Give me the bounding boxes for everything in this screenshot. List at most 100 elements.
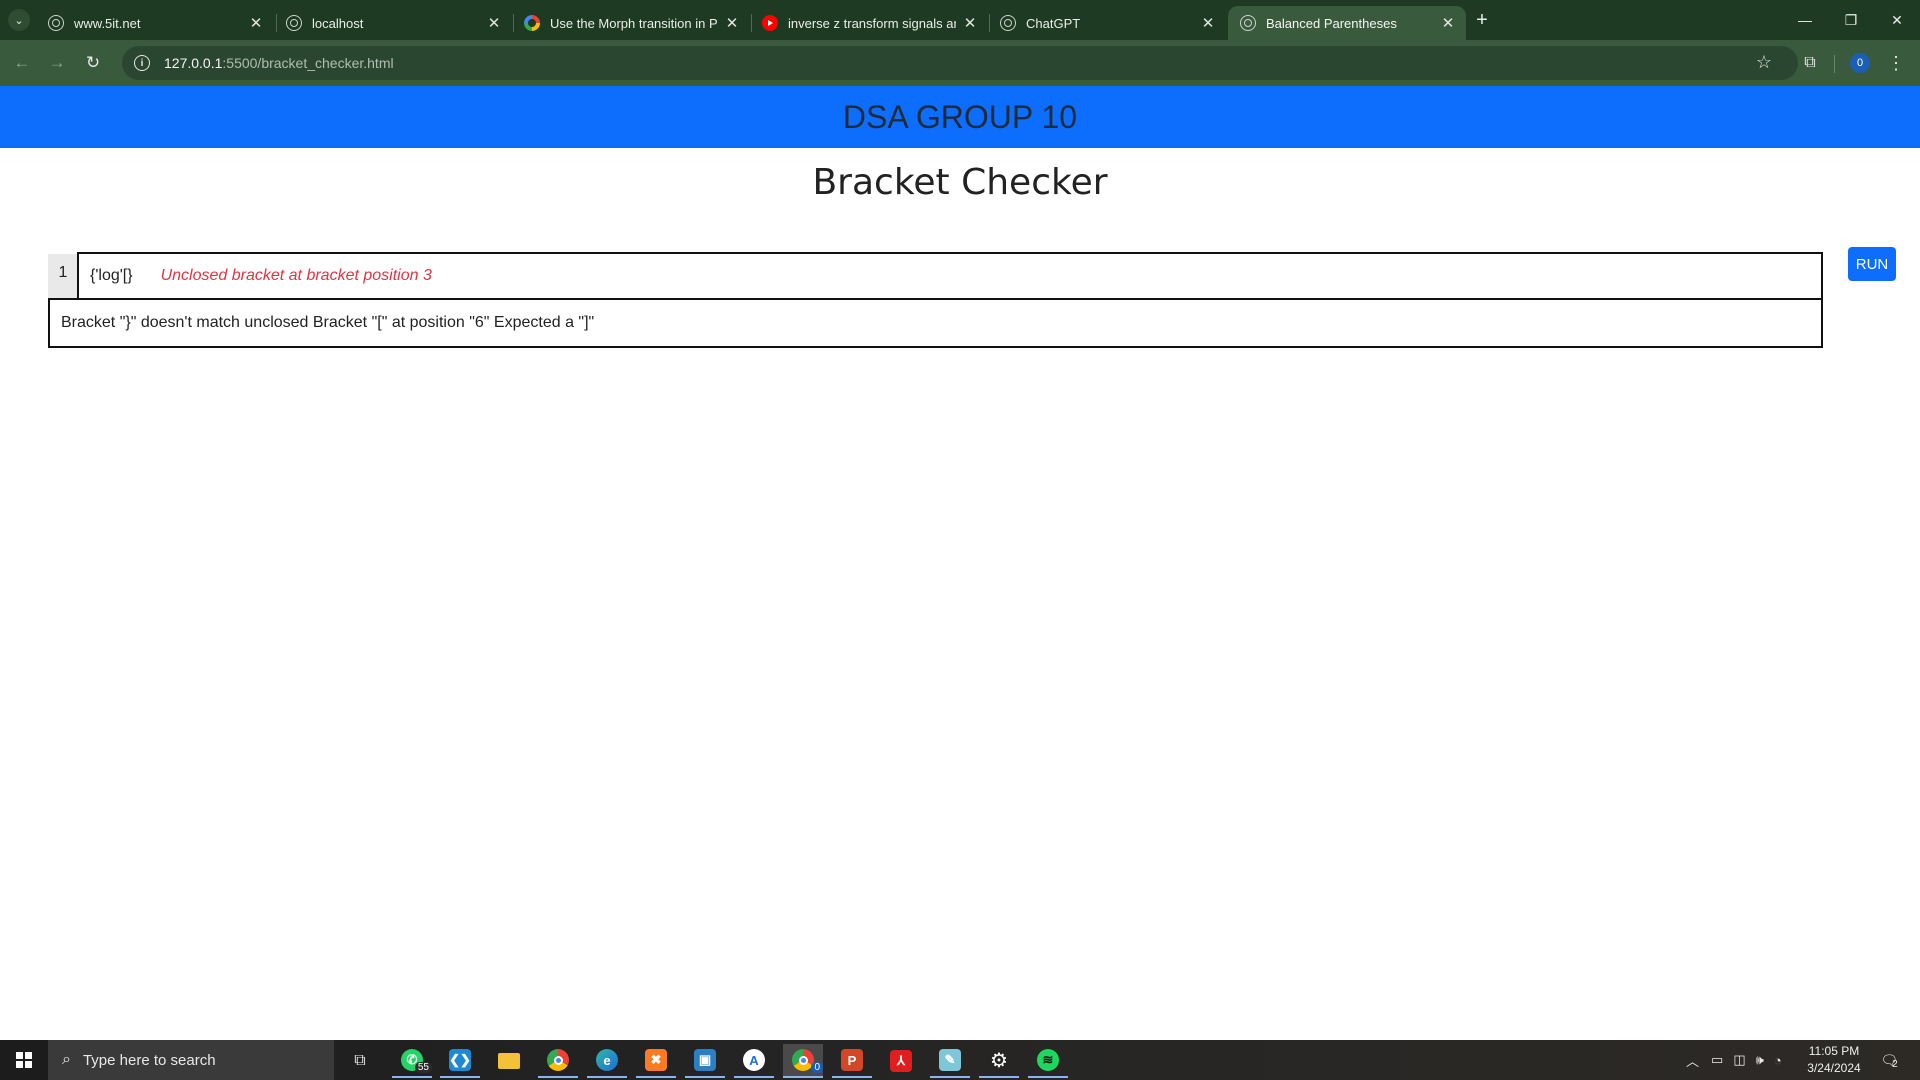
code-editor[interactable]: {'log'[} Unclosed bracket at bracket pos… xyxy=(77,252,1823,300)
tab-title: www.5it.net xyxy=(74,15,141,31)
taskbar-file-explorer[interactable] xyxy=(489,1044,529,1078)
notification-center-button[interactable]: 🗨 2 xyxy=(1878,1049,1900,1071)
tab-close-icon[interactable]: ✕ xyxy=(724,14,740,32)
globe-icon xyxy=(1000,15,1016,31)
taskbar-clock[interactable]: 11:05 PM 3/24/2024 xyxy=(1802,1043,1866,1077)
youtube-icon xyxy=(762,15,778,31)
tab-close-icon[interactable]: ✕ xyxy=(1440,14,1456,32)
tab-close-icon[interactable]: ✕ xyxy=(486,14,502,32)
search-placeholder: Type here to search xyxy=(82,1051,216,1069)
task-view-icon: ⧉ xyxy=(354,1052,366,1069)
taskbar-whatsapp[interactable]: ✆ 55 xyxy=(392,1044,432,1078)
tab-search-icon[interactable]: ⌄ xyxy=(8,9,30,31)
vscode-icon: ❮❯ xyxy=(449,1049,471,1071)
minimize-button[interactable]: — xyxy=(1782,0,1828,40)
gear-icon: ⚙ xyxy=(990,1049,1008,1072)
toolbar-divider xyxy=(1834,55,1835,73)
address-url: 127.0.0.1:5500/bracket_checker.html xyxy=(164,55,394,71)
new-tab-button[interactable]: + xyxy=(1470,8,1494,32)
browser-menu-icon[interactable]: ⋮ xyxy=(1886,51,1906,75)
tab-title: ChatGPT xyxy=(1026,15,1081,31)
acrobat-icon: ⅄ xyxy=(890,1050,912,1072)
tab-close-icon[interactable]: ✕ xyxy=(962,14,978,32)
tab-localhost[interactable]: localhost ✕ xyxy=(274,6,512,40)
output-message: Bracket "}" doesn't match unclosed Brack… xyxy=(61,314,595,331)
system-tray: ︿ ▭ ◫ 🕪 ◔ xyxy=(1686,1040,1782,1080)
tab-close-icon[interactable]: ✕ xyxy=(248,14,264,32)
page-title: Bracket Checker xyxy=(812,162,1108,203)
show-hidden-icons-icon[interactable]: ︿ xyxy=(1686,1051,1699,1070)
run-button[interactable]: RUN xyxy=(1848,247,1896,281)
windows-logo-icon xyxy=(16,1052,32,1068)
task-view-button[interactable]: ⧉ xyxy=(340,1044,380,1078)
url-host: 127.0.0.1 xyxy=(164,55,223,71)
tab-5it[interactable]: www.5it.net ✕ xyxy=(36,6,274,40)
wifi-icon[interactable]: ◔ xyxy=(1774,1053,1782,1068)
output-panel: Bracket "}" doesn't match unclosed Brack… xyxy=(48,298,1823,348)
tab-morph-transition[interactable]: Use the Morph transition in Po ✕ xyxy=(512,6,750,40)
taskbar-powerpoint[interactable]: P xyxy=(832,1044,872,1078)
taskbar-virtualbox[interactable]: ▣ xyxy=(685,1044,725,1078)
clock-time: 11:05 PM xyxy=(1808,1044,1860,1058)
line-number: 1 xyxy=(58,264,68,281)
page-content: DSA GROUP 10 Bracket Checker 1 {'log'[} … xyxy=(0,86,1920,1040)
tab-title: inverse z transform signals and xyxy=(788,15,956,31)
tab-close-icon[interactable]: ✕ xyxy=(1200,14,1216,32)
forward-button[interactable]: → xyxy=(45,51,69,75)
powerpoint-icon: P xyxy=(841,1049,863,1071)
xampp-icon: ✖ xyxy=(645,1049,667,1071)
google-icon xyxy=(524,15,540,31)
taskbar-chrome-profile[interactable]: 0 xyxy=(783,1044,823,1078)
tab-inverse-z-transform[interactable]: inverse z transform signals and ✕ xyxy=(750,6,988,40)
taskbar: ⌕ Type here to search ⧉ ✆ 55 ❮❯ e ✖ ▣ A … xyxy=(0,1040,1920,1080)
extensions-icon[interactable]: ⧉ xyxy=(1798,51,1822,75)
clock-date: 3/24/2024 xyxy=(1807,1061,1861,1075)
taskbar-search-box[interactable]: ⌕ Type here to search xyxy=(48,1040,334,1080)
taskbar-settings[interactable]: ⚙ xyxy=(979,1044,1019,1078)
start-button[interactable] xyxy=(0,1040,48,1080)
globe-icon xyxy=(1240,15,1256,31)
tab-balanced-parentheses[interactable]: Balanced Parentheses ✕ xyxy=(1228,6,1466,40)
line-number-gutter: 1 xyxy=(48,254,78,298)
tab-title: localhost xyxy=(312,15,364,31)
whatsapp-badge: 55 xyxy=(414,1062,432,1073)
profile-avatar[interactable]: 0 xyxy=(1850,53,1870,73)
taskbar-edge-app[interactable]: e xyxy=(587,1044,627,1078)
reload-button[interactable]: ↻ xyxy=(81,51,105,75)
taskbar-notepad[interactable]: ✎ xyxy=(930,1044,970,1078)
taskbar-app-store[interactable]: A xyxy=(734,1044,774,1078)
close-window-button[interactable]: ✕ xyxy=(1874,0,1920,40)
restore-button[interactable]: ❐ xyxy=(1828,0,1874,40)
tab-chatgpt[interactable]: ChatGPT ✕ xyxy=(988,6,1226,40)
edge-icon: e xyxy=(596,1049,618,1071)
notification-count: 2 xyxy=(1892,1058,1898,1070)
banner-title: DSA GROUP 10 xyxy=(842,98,1078,135)
address-bar[interactable]: i 127.0.0.1:5500/bracket_checker.html ☆ xyxy=(122,46,1798,80)
tab-strip: ⌄ www.5it.net ✕ localhost ✕ Use the Morp… xyxy=(0,0,1920,40)
virtualbox-icon: ▣ xyxy=(694,1049,716,1071)
taskbar-xampp[interactable]: ✖ xyxy=(636,1044,676,1078)
taskbar-chrome[interactable] xyxy=(538,1044,578,1078)
taskbar-vscode[interactable]: ❮❯ xyxy=(440,1044,480,1078)
camera-icon[interactable]: ◫ xyxy=(1733,1052,1745,1068)
folder-icon xyxy=(498,1053,520,1069)
inline-error-message: Unclosed bracket at bracket position 3 xyxy=(160,267,432,284)
bookmark-star-icon[interactable]: ☆ xyxy=(1756,52,1772,73)
notepad-icon: ✎ xyxy=(939,1049,961,1071)
globe-icon xyxy=(48,15,64,31)
chrome-badge: 0 xyxy=(811,1062,823,1073)
site-info-icon[interactable]: i xyxy=(134,55,150,71)
battery-icon[interactable]: ▭ xyxy=(1711,1052,1723,1068)
url-path: :5500/bracket_checker.html xyxy=(222,55,394,71)
back-button[interactable]: ← xyxy=(10,51,34,75)
volume-icon[interactable]: 🕪 xyxy=(1756,1052,1764,1068)
chrome-icon xyxy=(547,1049,569,1071)
spotify-icon: ≋ xyxy=(1037,1049,1059,1071)
tab-title: Use the Morph transition in Po xyxy=(550,15,718,31)
code-input-text: {'log'[} xyxy=(90,267,133,284)
taskbar-spotify[interactable]: ≋ xyxy=(1028,1044,1068,1078)
browser-toolbar: ← → ↻ i 127.0.0.1:5500/bracket_checker.h… xyxy=(0,40,1920,86)
taskbar-acrobat[interactable]: ⅄ xyxy=(881,1044,921,1078)
app-store-icon: A xyxy=(743,1049,765,1071)
header-banner: DSA GROUP 10 xyxy=(0,86,1920,148)
